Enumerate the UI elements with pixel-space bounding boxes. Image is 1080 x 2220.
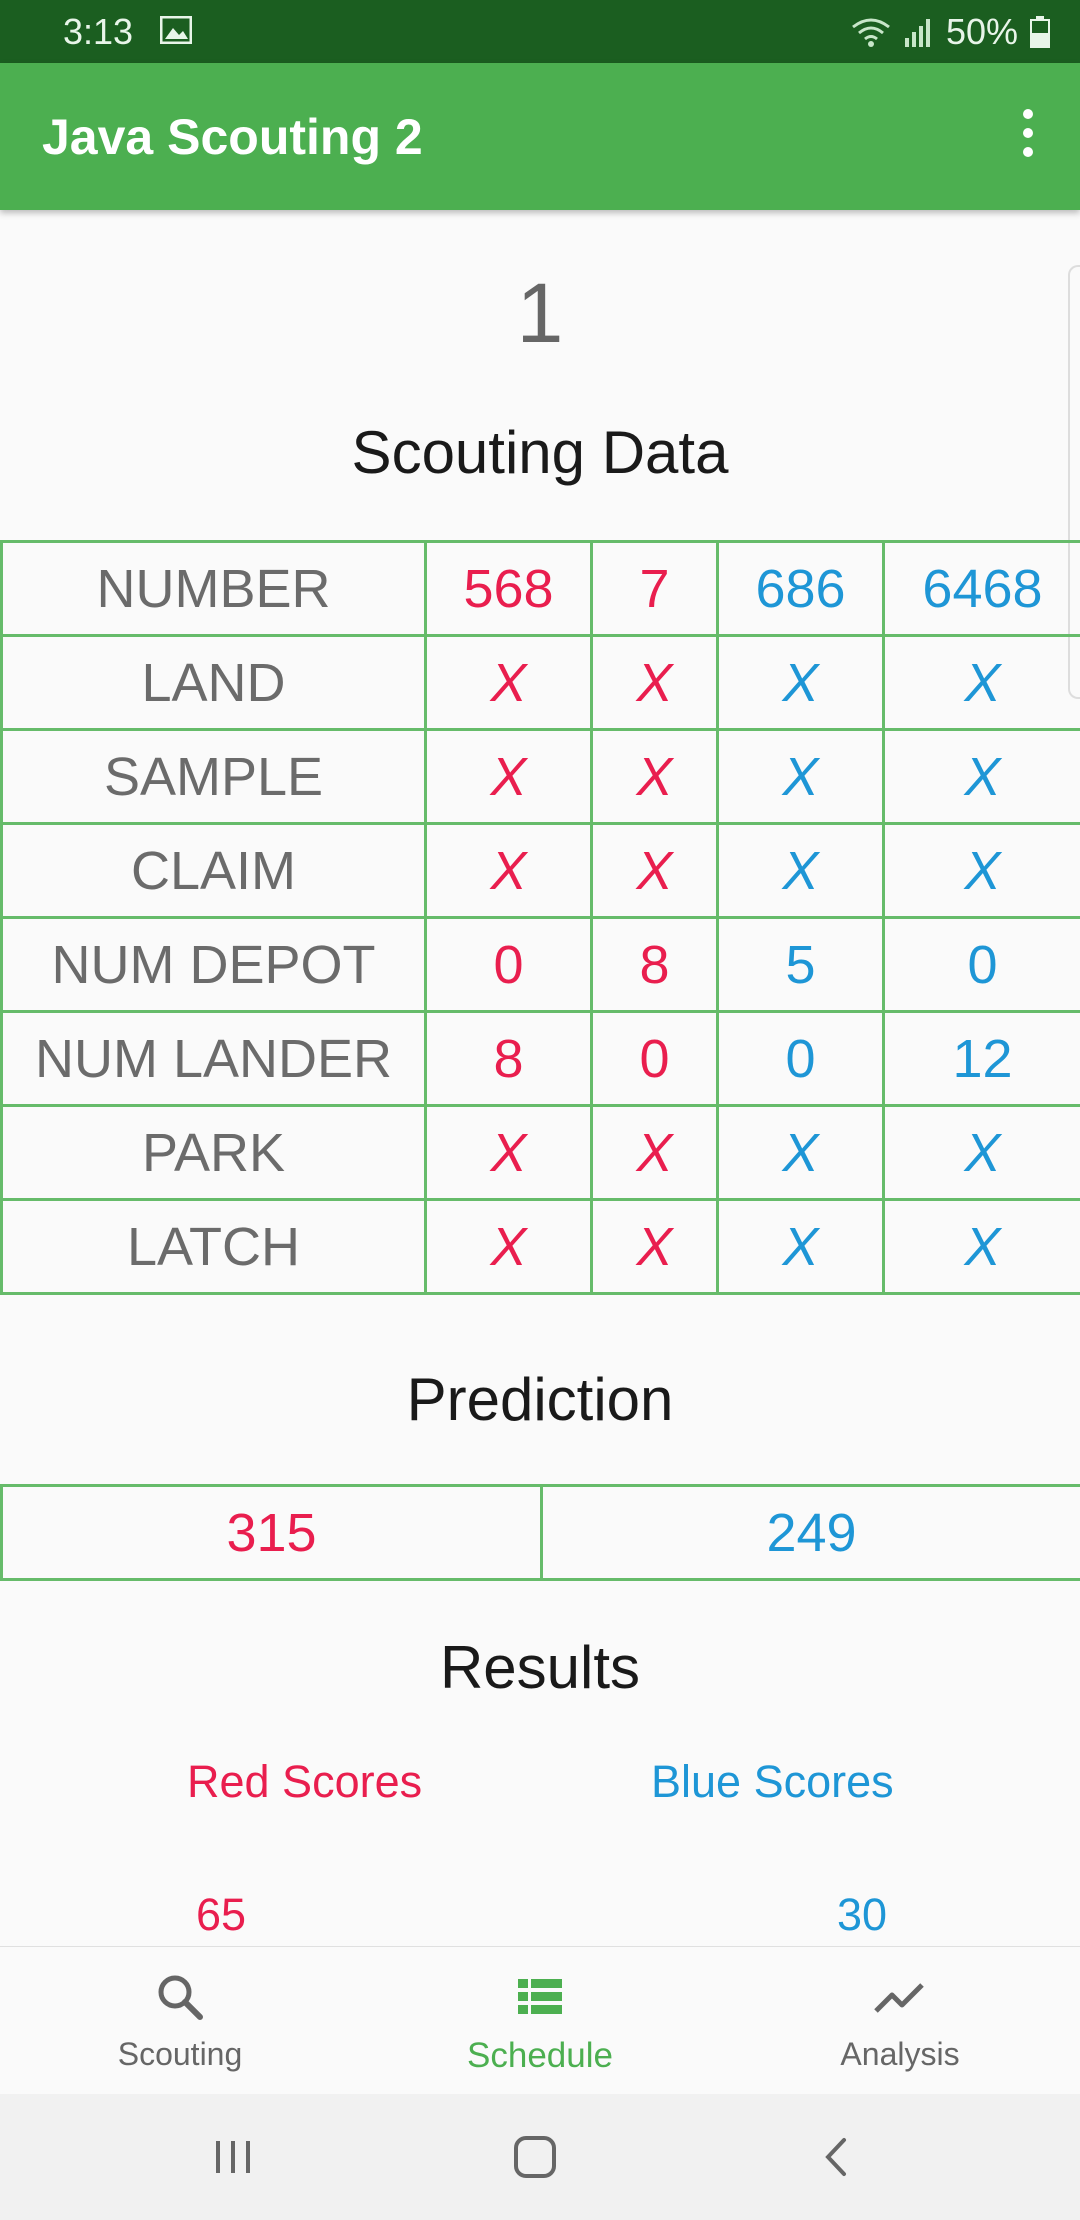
wifi-icon <box>852 18 890 47</box>
blue-score-value: 30 <box>837 1889 888 1940</box>
row-label: LAND <box>0 634 427 731</box>
row-label: LATCH <box>0 1198 427 1295</box>
search-icon <box>158 1975 203 2020</box>
row-label: NUM LANDER <box>0 1010 427 1107</box>
blue-team-cell: X <box>882 1198 1080 1295</box>
nav-analysis-label: Analysis <box>840 2036 960 2072</box>
scouting-data-title: Scouting Data <box>351 419 729 486</box>
blue-team-cell: 0 <box>882 916 1080 1013</box>
red-team-cell: X <box>424 1198 593 1295</box>
status-time: 3:13 <box>63 11 134 52</box>
trending-icon <box>874 1983 924 2013</box>
red-scores-label: Red Scores <box>187 1756 423 1807</box>
status-right: 50% <box>850 11 1050 53</box>
table-row: PARK X X X X <box>0 1104 1080 1201</box>
red-team-cell: X <box>424 1104 593 1201</box>
scouting-table: NUMBER 568 7 686 6468 LAND X X X X SAMPLE X X X X CLAIM… <box>0 540 1080 1295</box>
bottom-navigation: Scouting Schedule Analysis <box>0 1946 1080 2095</box>
nav-scouting[interactable]: Scouting <box>0 1969 360 2073</box>
recent-apps-icon[interactable] <box>208 2132 258 2182</box>
blue-team-cell: 686 <box>716 540 885 637</box>
nav-schedule[interactable]: Schedule <box>360 1969 720 2076</box>
list-icon <box>518 1979 562 2014</box>
blue-team-cell: X <box>716 822 885 919</box>
row-label: NUM DEPOT <box>0 916 427 1013</box>
red-team-cell: X <box>590 1198 719 1295</box>
red-team-cell: 7 <box>590 540 719 637</box>
table-row: NUM LANDER 8 0 0 12 <box>0 1010 1080 1107</box>
red-team-cell: X <box>590 634 719 731</box>
blue-team-cell: 6468 <box>882 540 1080 637</box>
nav-analysis[interactable]: Analysis <box>720 1969 1080 2073</box>
red-team-cell: 0 <box>424 916 593 1013</box>
blue-scores-label: Blue Scores <box>651 1756 894 1807</box>
blue-team-cell: 5 <box>716 916 885 1013</box>
red-team-cell: X <box>590 728 719 825</box>
red-team-cell: X <box>590 1104 719 1201</box>
prediction-red: 315 <box>0 1484 543 1581</box>
match-number: 1 <box>516 266 564 360</box>
blue-team-cell: X <box>882 634 1080 731</box>
red-score-value: 65 <box>196 1889 247 1940</box>
blue-team-cell: X <box>882 1104 1080 1201</box>
table-row: NUM DEPOT 0 8 5 0 <box>0 916 1080 1013</box>
table-row: CLAIM X X X X <box>0 822 1080 919</box>
prediction-title: Prediction <box>406 1366 674 1433</box>
status-bar: 3:13 50% <box>0 0 1080 63</box>
prediction-blue: 249 <box>540 1484 1080 1581</box>
blue-team-cell: X <box>716 1104 885 1201</box>
red-team-cell: X <box>424 822 593 919</box>
red-team-cell: 8 <box>590 916 719 1013</box>
blue-team-cell: X <box>716 1198 885 1295</box>
table-row: NUMBER 568 7 686 6468 <box>0 540 1080 637</box>
row-label: NUMBER <box>0 540 427 637</box>
app-title: Java Scouting 2 <box>42 109 423 165</box>
image-notification-icon <box>160 16 192 44</box>
table-row: SAMPLE X X X X <box>0 728 1080 825</box>
blue-team-cell: 0 <box>716 1010 885 1107</box>
red-team-cell: 568 <box>424 540 593 637</box>
red-team-cell: X <box>424 634 593 731</box>
back-icon[interactable] <box>812 2132 862 2182</box>
blue-team-cell: 12 <box>882 1010 1080 1107</box>
table-row: LATCH X X X X <box>0 1198 1080 1295</box>
blue-team-cell: X <box>882 728 1080 825</box>
red-team-cell: X <box>590 822 719 919</box>
blue-team-cell: X <box>716 634 885 731</box>
home-icon[interactable] <box>510 2132 560 2182</box>
battery-icon <box>1030 16 1050 48</box>
red-team-cell: 0 <box>590 1010 719 1107</box>
row-label: CLAIM <box>0 822 427 919</box>
row-label: PARK <box>0 1104 427 1201</box>
overflow-menu-icon[interactable] <box>1016 109 1040 163</box>
signal-icon <box>904 19 930 47</box>
prediction-table: 315 249 <box>0 1484 1080 1581</box>
nav-scouting-label: Scouting <box>117 2036 243 2072</box>
blue-team-cell: X <box>882 822 1080 919</box>
blue-team-cell: X <box>716 728 885 825</box>
results-title: Results <box>439 1634 641 1701</box>
red-team-cell: X <box>424 728 593 825</box>
table-row: LAND X X X X <box>0 634 1080 731</box>
app-bar: Java Scouting 2 <box>0 63 1080 210</box>
row-label: SAMPLE <box>0 728 427 825</box>
battery-percent: 50% <box>945 11 1018 52</box>
red-team-cell: 8 <box>424 1010 593 1107</box>
system-navigation-bar <box>0 2094 1080 2220</box>
nav-schedule-label: Schedule <box>467 2036 613 2075</box>
